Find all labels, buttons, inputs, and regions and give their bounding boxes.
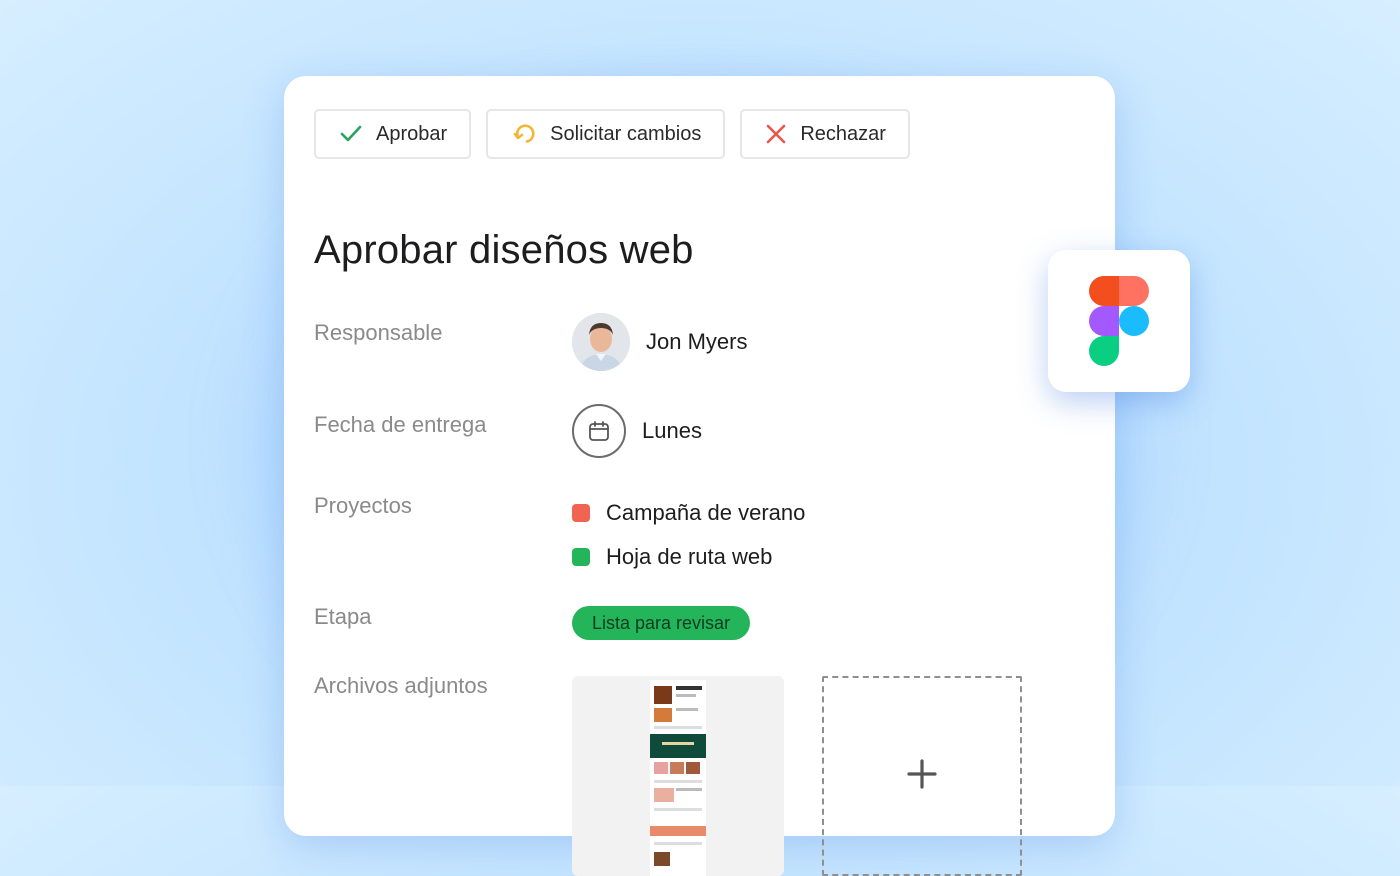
project-item[interactable]: Hoja de ruta web bbox=[572, 544, 772, 570]
add-attachment-button[interactable] bbox=[822, 676, 1022, 876]
project-color-dot bbox=[572, 548, 590, 566]
due-date-value: Lunes bbox=[642, 418, 702, 443]
assignee-field[interactable]: Jon Myers bbox=[572, 313, 747, 371]
approve-button[interactable]: Aprobar bbox=[314, 109, 472, 159]
figma-integration-tile[interactable] bbox=[1048, 250, 1190, 392]
approve-label: Aprobar bbox=[376, 122, 448, 145]
approval-toolbar: Aprobar Solicitar cambios Rechazar bbox=[314, 109, 910, 159]
assignee-label: Responsable bbox=[314, 320, 443, 345]
project-color-dot bbox=[572, 504, 590, 522]
task-title: Aprobar diseños web bbox=[314, 228, 694, 272]
due-date-label: Fecha de entrega bbox=[314, 412, 487, 437]
due-date-field[interactable]: Lunes bbox=[572, 404, 702, 458]
calendar-icon bbox=[572, 404, 626, 458]
assignee-name: Jon Myers bbox=[646, 329, 748, 354]
projects-label: Proyectos bbox=[314, 493, 412, 518]
attachment-thumbnail[interactable] bbox=[572, 676, 784, 876]
reject-button[interactable]: Rechazar bbox=[740, 109, 910, 159]
stage-label: Etapa bbox=[314, 604, 372, 629]
reject-label: Rechazar bbox=[800, 122, 886, 145]
web-design-preview bbox=[650, 680, 706, 876]
figma-logo-icon bbox=[1089, 276, 1149, 366]
attachments-label: Archivos adjuntos bbox=[314, 673, 488, 698]
close-icon bbox=[766, 124, 786, 144]
project-item[interactable]: Campaña de verano bbox=[572, 500, 805, 526]
stage-badge[interactable]: Lista para revisar bbox=[572, 606, 751, 640]
project-name: Hoja de ruta web bbox=[606, 544, 773, 569]
avatar bbox=[572, 313, 630, 371]
task-card: Aprobar Solicitar cambios Rechazar Aprob… bbox=[284, 76, 1115, 876]
refresh-icon bbox=[512, 122, 536, 146]
plus-icon bbox=[907, 756, 937, 874]
project-name: Campaña de verano bbox=[606, 500, 806, 525]
check-icon bbox=[340, 125, 362, 143]
request-changes-label: Solicitar cambios bbox=[550, 122, 702, 145]
request-changes-button[interactable]: Solicitar cambios bbox=[486, 109, 726, 159]
